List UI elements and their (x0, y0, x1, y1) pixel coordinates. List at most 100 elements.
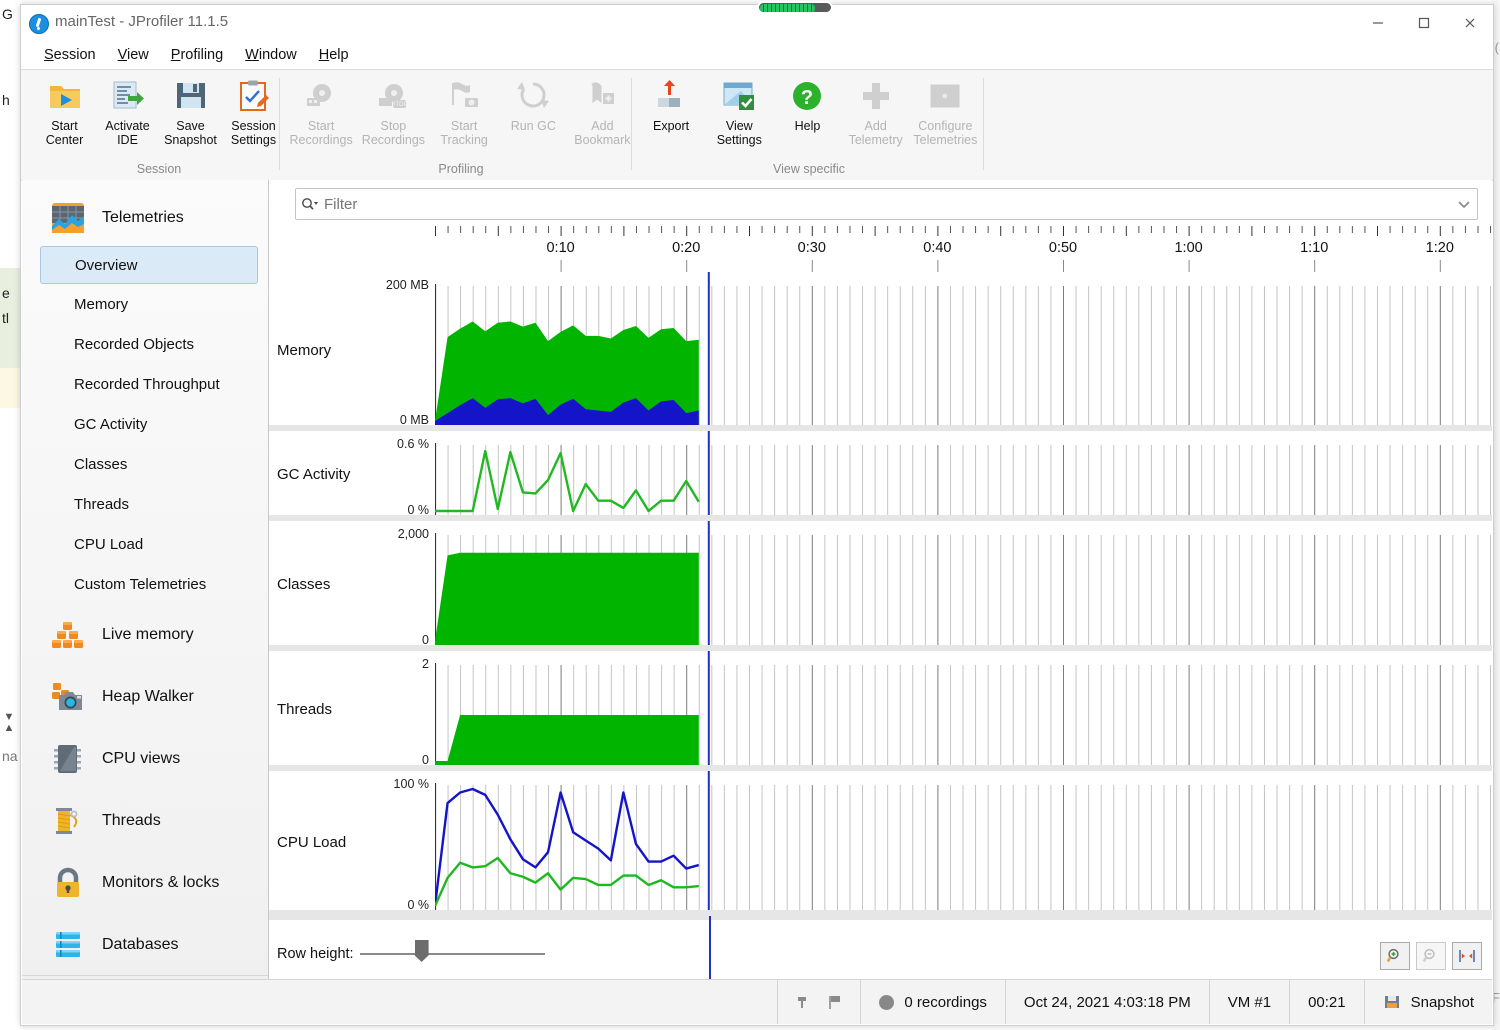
ribbon-button-activate-ide[interactable]: Activate IDE (96, 75, 159, 159)
sidebar-item-databases[interactable]: Databases (22, 914, 268, 976)
snapshot-status[interactable]: Snapshot (1363, 980, 1492, 1024)
row-label: CPU Load (277, 833, 347, 851)
ribbon-button-start-recordings: Start Recordings (285, 75, 357, 159)
ribbon-button-label: Stop Recordings (361, 119, 426, 147)
sidebar-item-label: Overview (75, 256, 138, 274)
sidebar-item-memory[interactable]: Memory (22, 284, 268, 324)
sidebar-item-threads[interactable]: Threads (22, 484, 268, 524)
ribbon-button-label: Start Center (45, 119, 84, 147)
background-right-text: ( (1494, 40, 1499, 55)
start-recordings-icon (304, 79, 338, 113)
time-cursor-line[interactable] (708, 916, 711, 986)
fit-width-icon[interactable] (1452, 942, 1482, 970)
background-left-strip (0, 0, 22, 1030)
menu-item-session[interactable]: Session (33, 44, 107, 66)
sidebar-item-label: Heap Walker (102, 688, 194, 705)
chevron-down-icon[interactable] (1451, 199, 1477, 209)
sidebar-item-cpu-load[interactable]: CPU Load (22, 524, 268, 564)
telemetry-row-gc-activity[interactable]: GC Activity 0.6 % 0 % (269, 431, 1492, 525)
plot-area[interactable] (435, 771, 1492, 916)
sidebar-item-label: Live memory (102, 626, 194, 643)
cpu-views-icon (50, 741, 86, 777)
row-label: Threads (277, 701, 333, 718)
ribbon-separator (631, 78, 632, 170)
telemetry-row-cpu-load[interactable]: CPU Load 100 % 0 % (269, 771, 1492, 920)
sidebar-item-cpu-views[interactable]: CPU views (22, 728, 268, 790)
menu-item-profiling[interactable]: Profiling (160, 44, 234, 66)
zoom-out-icon[interactable] (1416, 942, 1446, 970)
menu-item-window[interactable]: Window (234, 44, 308, 66)
sidebar-item-live-memory[interactable]: Live memory (22, 604, 268, 666)
ribbon-button-label: Session Settings (230, 119, 277, 147)
ribbon-button-help[interactable]: ? Help (773, 75, 841, 159)
elapsed-status: 00:21 (1289, 980, 1364, 1024)
configure-telemetries-icon (928, 79, 962, 113)
stop-recordings-icon: STOP (376, 79, 410, 113)
ribbon-button-label: Activate IDE (105, 119, 150, 147)
maximize-button[interactable] (1401, 5, 1447, 41)
ribbon-button-label: View Settings (716, 119, 762, 147)
telemetry-row-classes[interactable]: Classes 2,000 0 (269, 521, 1492, 655)
sidebar-item-heap-walker[interactable]: Heap Walker (22, 666, 268, 728)
plot-area[interactable] (435, 651, 1492, 771)
sidebar-item-classes[interactable]: Classes (22, 444, 268, 484)
filter-input[interactable] (322, 194, 1451, 214)
status-bar: 0 recordings Oct 24, 2021 4:03:18 PM VM … (22, 979, 1492, 1024)
plot-area[interactable] (435, 521, 1492, 651)
row-separator[interactable] (269, 910, 1492, 920)
ribbon-button-export[interactable]: Export (637, 75, 705, 159)
ribbon-button-save-snapshot[interactable]: Save Snapshot (159, 75, 222, 159)
row-height-slider[interactable]: Row height: (277, 940, 545, 962)
filter-bar[interactable] (295, 188, 1478, 220)
sidebar-item-label: Threads (102, 812, 161, 829)
databases-icon (50, 927, 86, 963)
telemetry-row-threads[interactable]: Threads 2 0 (269, 651, 1492, 775)
sidebar-item-telemetries[interactable]: Telemetries (22, 190, 268, 246)
start-tracking-icon (447, 79, 481, 113)
sidebar-item-label: CPU Load (74, 535, 144, 553)
close-button[interactable] (1447, 5, 1493, 41)
ribbon-button-label: Save Snapshot (164, 119, 217, 147)
telemetry-row-memory[interactable]: Memory 200 MB 0 MB (269, 272, 1492, 435)
background-splitter-arrows: ▼ ▲ (3, 711, 15, 734)
minimize-button[interactable] (1355, 5, 1401, 41)
sidebar-item-gc-activity[interactable]: GC Activity (22, 404, 268, 444)
sidebar-item-label: GC Activity (74, 415, 148, 433)
threads-icon (50, 803, 86, 839)
axis-label-max: 2,000 (397, 527, 429, 541)
session-settings-icon (237, 79, 271, 113)
ribbon-button-start-center[interactable]: Start Center (33, 75, 96, 159)
ribbon-button-session-settings[interactable]: Session Settings (222, 75, 285, 159)
row-height-thumb[interactable] (414, 940, 429, 962)
ribbon-button-label: Run GC (510, 119, 556, 133)
sidebar-item-recorded-throughput[interactable]: Recorded Throughput (22, 364, 268, 404)
ribbon-group-label: Session (136, 162, 182, 176)
plot-area[interactable] (435, 431, 1492, 521)
row-height-track[interactable] (359, 940, 545, 962)
menu-item-help[interactable]: Help (308, 44, 360, 66)
time-axis-tick-label: 1:20 (1425, 240, 1454, 256)
axis-label-max: 0.6 % (397, 437, 429, 451)
view-settings-icon (722, 79, 756, 113)
menu-item-view[interactable]: View (107, 44, 160, 66)
window-controls (1355, 5, 1493, 41)
sidebar-item-monitors-locks[interactable]: Monitors & locks (22, 852, 268, 914)
sidebar-item-recorded-objects[interactable]: Recorded Objects (22, 324, 268, 364)
recordings-label: 0 recordings (904, 993, 987, 1011)
sidebar-item-custom-telemetries[interactable]: Custom Telemetries (22, 564, 268, 604)
help-icon: ? (790, 79, 824, 113)
add-telemetry-icon (859, 79, 893, 113)
flag-icon[interactable] (826, 993, 844, 1011)
sidebar-item-threads[interactable]: Threads (22, 790, 268, 852)
ribbon-button-view-settings[interactable]: View Settings (705, 75, 773, 159)
add-bookmark-icon[interactable] (794, 993, 812, 1011)
ribbon-group-label: Profiling (438, 162, 484, 176)
sidebar-item-overview[interactable]: Overview (40, 246, 258, 284)
ribbon-button-configure-telemetries: Configure Telemetries (910, 75, 981, 159)
add-bookmark-icon (585, 79, 619, 113)
sidebar-item-label: Custom Telemetries (74, 575, 207, 593)
ribbon-button-start-tracking: Start Tracking (430, 75, 499, 159)
svg-text:?: ? (801, 87, 813, 109)
plot-area[interactable] (435, 272, 1492, 431)
zoom-in-icon[interactable] (1380, 942, 1410, 970)
